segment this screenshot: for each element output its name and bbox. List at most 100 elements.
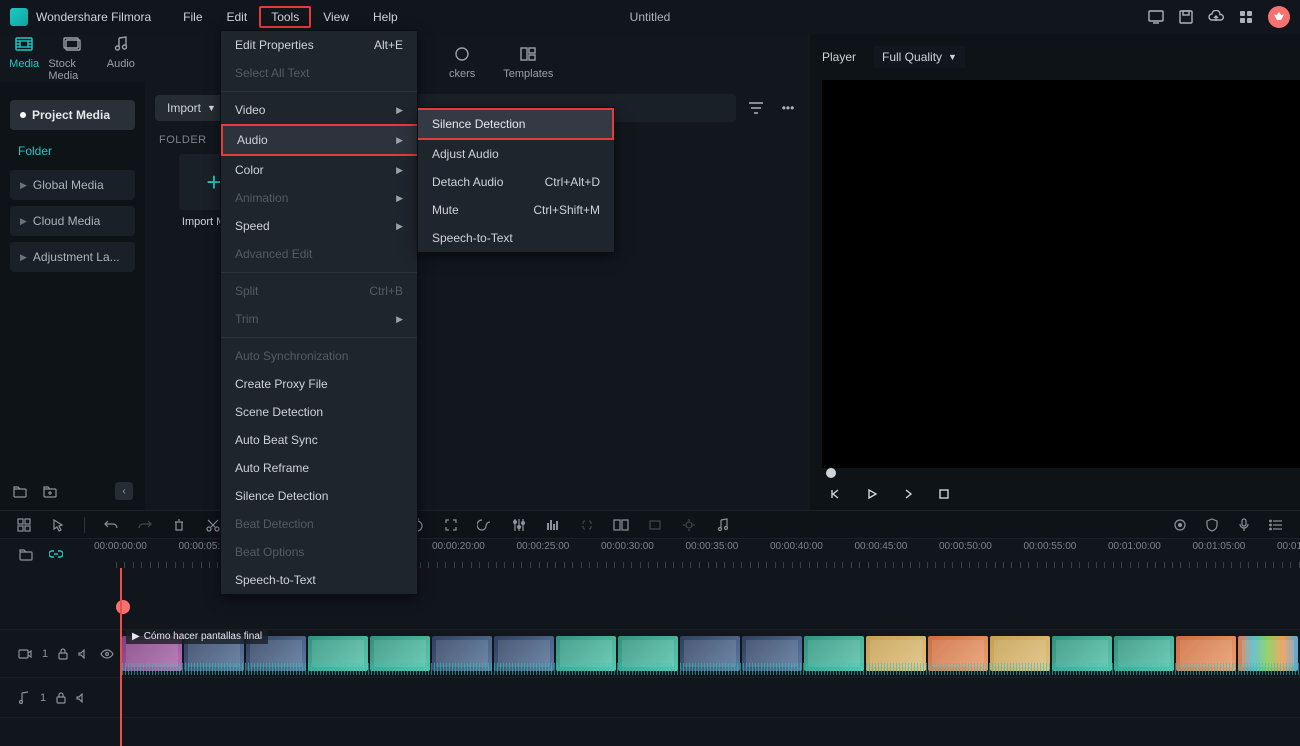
audio-track[interactable]: 1	[0, 678, 1300, 718]
next-frame-button[interactable]	[900, 486, 916, 502]
menu-tools[interactable]: Tools	[259, 6, 311, 28]
menu-auto-reframe[interactable]: Auto Reframe	[221, 454, 417, 482]
menu-separator	[221, 272, 417, 273]
grid-icon[interactable]	[16, 517, 32, 533]
track-lock-icon[interactable]	[56, 692, 66, 704]
menu-separator	[221, 337, 417, 338]
marker[interactable]	[116, 600, 130, 614]
video-track[interactable]: 1 ▶ Cómo hacer pantallas final	[0, 630, 1300, 678]
menu-label: Scene Detection	[235, 405, 323, 419]
stop-button[interactable]	[936, 486, 952, 502]
tab-media[interactable]: Media	[0, 34, 48, 82]
menu-create-proxy[interactable]: Create Proxy File	[221, 370, 417, 398]
folder-add-icon[interactable]	[42, 483, 58, 499]
folder-header: FOLDER	[159, 134, 207, 146]
cut-icon[interactable]	[205, 517, 221, 533]
timeline-ruler[interactable]: 00:00:00:0000:00:05:0000:00:10:0000:00:1…	[0, 538, 1300, 568]
import-button[interactable]: Import▼	[155, 95, 228, 121]
delete-icon[interactable]	[171, 517, 187, 533]
submenu-silence-detection[interactable]: Silence Detection	[418, 108, 614, 140]
transform-icon[interactable]	[647, 517, 663, 533]
menu-edit[interactable]: Edit	[215, 6, 260, 28]
video-preview[interactable]	[822, 80, 1300, 468]
track-lock-icon[interactable]	[58, 648, 68, 660]
menu-label: Create Proxy File	[235, 377, 328, 391]
shield-icon[interactable]	[1204, 517, 1220, 533]
menu-label: Split	[235, 284, 258, 298]
more-icon[interactable]: •••	[776, 96, 800, 120]
folder-link[interactable]: Folder	[10, 138, 135, 164]
music-tool-icon[interactable]	[715, 517, 731, 533]
list-icon[interactable]	[1268, 517, 1284, 533]
cloud-upload-icon[interactable]	[1208, 9, 1224, 25]
playhead[interactable]	[120, 568, 122, 746]
loop-icon[interactable]	[477, 517, 493, 533]
filter-icon[interactable]	[744, 96, 768, 120]
effects-icon[interactable]	[681, 517, 697, 533]
project-media-button[interactable]: Project Media	[10, 100, 135, 130]
play-button[interactable]	[864, 486, 880, 502]
link-tracks-icon[interactable]	[48, 546, 64, 562]
lock-track-icon[interactable]	[18, 546, 34, 562]
prev-frame-button[interactable]	[828, 486, 844, 502]
menu-label: Adjust Audio	[432, 147, 499, 161]
menu-auto-sync: Auto Synchronization	[221, 342, 417, 370]
menu-view[interactable]: View	[311, 6, 361, 28]
folder-tree-icon[interactable]	[12, 483, 28, 499]
bullet-icon	[20, 112, 26, 118]
sidebar-item-label: Adjustment La...	[33, 250, 120, 264]
media-icon	[14, 34, 34, 54]
tab-stock-media[interactable]: Stock Media	[48, 34, 96, 82]
menu-label: Mute	[432, 203, 459, 217]
quality-dropdown[interactable]: Full Quality▼	[874, 46, 965, 68]
menu-animation: Animation▶	[221, 184, 417, 212]
tab-audio[interactable]: Audio	[97, 34, 145, 82]
menu-speed[interactable]: Speed▶	[221, 212, 417, 240]
group-icon[interactable]	[613, 517, 629, 533]
menu-audio[interactable]: Audio▶	[221, 124, 417, 156]
menu-silence-detection[interactable]: Silence Detection	[221, 482, 417, 510]
scrub-bar[interactable]	[822, 468, 1300, 478]
submenu-adjust-audio[interactable]: Adjust Audio	[418, 140, 614, 168]
menu-help[interactable]: Help	[361, 6, 410, 28]
link-icon[interactable]	[579, 517, 595, 533]
adjust-icon[interactable]	[511, 517, 527, 533]
redo-icon[interactable]	[137, 517, 153, 533]
menu-auto-beat-sync[interactable]: Auto Beat Sync	[221, 426, 417, 454]
shortcut: Ctrl+Shift+M	[533, 203, 600, 217]
target-icon[interactable]	[1172, 517, 1188, 533]
menu-video[interactable]: Video▶	[221, 96, 417, 124]
track-mute-icon[interactable]	[76, 693, 88, 703]
screen-icon[interactable]	[1148, 9, 1164, 25]
sidebar-adjustment-layer[interactable]: ▶Adjustment La...	[10, 242, 135, 272]
player-tab[interactable]: Player	[822, 50, 856, 64]
mic-icon[interactable]	[1236, 517, 1252, 533]
collapse-sidebar-button[interactable]: ‹	[115, 482, 133, 500]
track-mute-icon[interactable]	[78, 649, 90, 659]
submenu-speech-to-text[interactable]: Speech-to-Text	[418, 224, 614, 252]
ruler-tick: 00:00:50:00	[939, 541, 992, 552]
ruler-tick: 00:01:05:00	[1193, 541, 1246, 552]
submenu-detach-audio[interactable]: Detach AudioCtrl+Alt+D	[418, 168, 614, 196]
equalizer-icon[interactable]	[545, 517, 561, 533]
menu-file[interactable]: File	[171, 6, 214, 28]
undo-icon[interactable]	[103, 517, 119, 533]
menu-speech-to-text[interactable]: Speech-to-Text	[221, 566, 417, 594]
ruler-tick: 00:00:30:00	[601, 541, 654, 552]
apps-icon[interactable]	[1238, 9, 1254, 25]
menu-edit-properties[interactable]: Edit PropertiesAlt+E	[221, 31, 417, 59]
tab-templates[interactable]: Templates	[489, 44, 567, 82]
cursor-icon[interactable]	[50, 517, 66, 533]
fit-icon[interactable]	[443, 517, 459, 533]
sidebar-global-media[interactable]: ▶Global Media	[10, 170, 135, 200]
empty-track[interactable]	[0, 568, 1300, 630]
scrub-handle[interactable]	[826, 468, 836, 478]
premium-icon[interactable]	[1268, 6, 1290, 28]
save-icon[interactable]	[1178, 9, 1194, 25]
menu-color[interactable]: Color▶	[221, 156, 417, 184]
menu-scene-detection[interactable]: Scene Detection	[221, 398, 417, 426]
track-visibility-icon[interactable]	[100, 649, 114, 659]
sidebar-cloud-media[interactable]: ▶Cloud Media	[10, 206, 135, 236]
submenu-mute[interactable]: Mute Ctrl+Shift+M	[418, 196, 614, 224]
tab-stickers[interactable]: ckers	[435, 44, 489, 82]
